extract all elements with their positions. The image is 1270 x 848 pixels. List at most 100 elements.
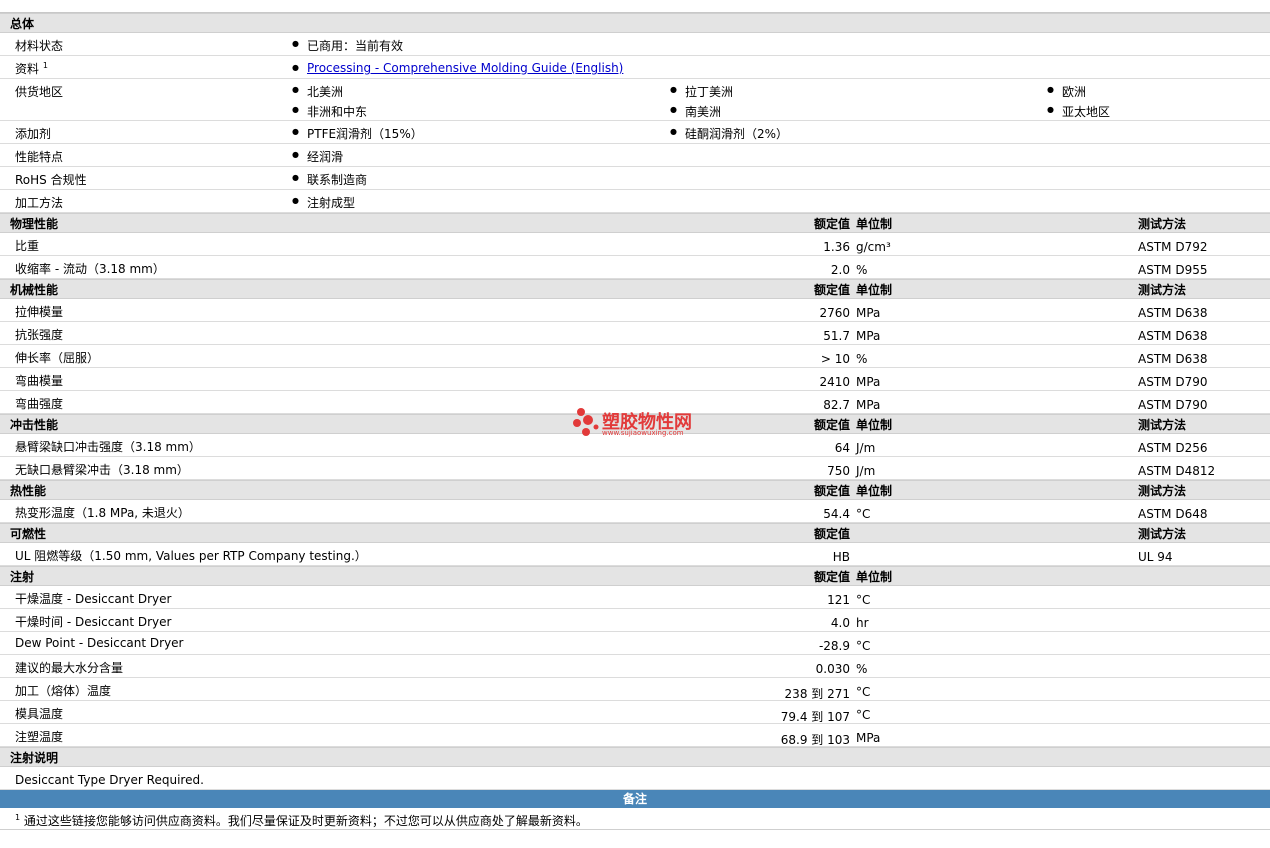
row-label: 性能特点 bbox=[15, 150, 64, 164]
property-label: 拉伸模量 bbox=[15, 305, 64, 319]
watermark-url: www.sujiaowuxing.com bbox=[602, 429, 684, 437]
property-value: 54.4 bbox=[823, 507, 850, 521]
property-label: Dew Point - Desiccant Dryer bbox=[15, 636, 184, 650]
section-header: 注射 额定值 单位制 bbox=[0, 566, 1270, 586]
nominal-header: 额定值 bbox=[813, 570, 850, 584]
molding-guide-link[interactable]: Processing - Comprehensive Molding Guide… bbox=[307, 61, 623, 75]
nominal-header: 额定值 bbox=[813, 283, 850, 297]
property-label: 弯曲模量 bbox=[15, 374, 64, 388]
bullet-item: 联系制造商 bbox=[292, 171, 367, 188]
row-label: 加工方法 bbox=[15, 196, 64, 210]
property-unit: °C bbox=[856, 639, 871, 653]
property-unit: °C bbox=[856, 507, 871, 521]
property-value: 2760 bbox=[819, 306, 850, 320]
property-test-method: ASTM D792 bbox=[1138, 240, 1208, 254]
property-unit: g/cm³ bbox=[856, 240, 891, 254]
row-label: 供货地区 bbox=[15, 85, 64, 99]
property-value: HB bbox=[832, 550, 850, 564]
bullet-item: 欧洲 bbox=[1047, 83, 1086, 100]
test-method-header: 测试方法 bbox=[1138, 527, 1187, 541]
nominal-header: 额定值 bbox=[813, 484, 850, 498]
bullet-item: 注射成型 bbox=[292, 194, 355, 211]
nominal-header: 额定值 bbox=[813, 217, 850, 231]
test-method-header: 测试方法 bbox=[1138, 484, 1187, 498]
section-header-general: 总体 bbox=[0, 13, 1270, 33]
datasheet-page: 总体 材料状态 已商用：当前有效 资料 1 Processing - Compr… bbox=[0, 0, 1270, 848]
section-title: 冲击性能 bbox=[10, 418, 59, 432]
property-label: 比重 bbox=[15, 239, 40, 253]
property-row: 建议的最大水分含量 0.030% bbox=[0, 655, 1270, 678]
property-unit: % bbox=[856, 263, 868, 277]
bullet-item: PTFE润滑剂（15%） bbox=[292, 125, 423, 142]
property-unit: J/m bbox=[856, 441, 876, 455]
property-label: 收缩率 - 流动（3.18 mm） bbox=[15, 262, 165, 276]
property-value: -28.9 bbox=[818, 639, 850, 653]
section-title: 物理性能 bbox=[10, 217, 59, 231]
unit-header: 单位制 bbox=[856, 418, 893, 432]
property-row: 干燥温度 - Desiccant Dryer 121 °C bbox=[0, 586, 1270, 609]
property-label: 模具温度 bbox=[15, 707, 64, 721]
section-header-injection-notes: 注射说明 bbox=[0, 747, 1270, 767]
property-value: > 10 bbox=[820, 352, 850, 366]
property-unit: °C bbox=[856, 593, 871, 607]
notes-header: 备注 bbox=[0, 790, 1270, 808]
property-row: Dew Point - Desiccant Dryer -28.9 °C bbox=[0, 632, 1270, 655]
property-test-method: ASTM D790 bbox=[1138, 375, 1208, 389]
property-test-method: ASTM D790 bbox=[1138, 398, 1208, 412]
section-title: 注射 bbox=[10, 570, 35, 584]
unit-header: 单位制 bbox=[856, 484, 893, 498]
property-row: 收缩率 - 流动（3.18 mm） 2.0% ASTM D955 bbox=[0, 256, 1270, 279]
test-method-header: 测试方法 bbox=[1138, 217, 1187, 231]
property-label: 注塑温度 bbox=[15, 730, 64, 744]
row-features: 性能特点 经润滑 bbox=[0, 144, 1270, 167]
property-unit: MPa bbox=[856, 329, 881, 343]
property-unit: MPa bbox=[856, 731, 881, 745]
property-row: 加工（熔体）温度 238 到 271 °C bbox=[0, 678, 1270, 701]
row-label: 添加剂 bbox=[15, 127, 52, 141]
note-text: Desiccant Type Dryer Required. bbox=[15, 773, 204, 787]
property-label: 抗张强度 bbox=[15, 328, 64, 342]
bullet-item: 拉丁美洲 bbox=[670, 83, 733, 100]
watermark-logo: 塑胶物性网 www.sujiaowuxing.com bbox=[572, 406, 702, 442]
property-test-method: ASTM D256 bbox=[1138, 441, 1208, 455]
nominal-header: 额定值 bbox=[813, 527, 850, 541]
footnote-mark: 1 bbox=[42, 61, 48, 70]
property-test-method: ASTM D638 bbox=[1138, 352, 1208, 366]
section-header: 热性能 额定值 单位制 测试方法 bbox=[0, 480, 1270, 500]
property-label: 干燥时间 - Desiccant Dryer bbox=[15, 615, 172, 629]
section-title: 机械性能 bbox=[10, 283, 59, 297]
unit-header: 单位制 bbox=[856, 217, 893, 231]
section-title: 可燃性 bbox=[10, 527, 47, 541]
row-processing-method: 加工方法 注射成型 bbox=[0, 190, 1270, 213]
row-rohs: RoHS 合规性 联系制造商 bbox=[0, 167, 1270, 190]
property-label: 热变形温度（1.8 MPa, 未退火） bbox=[15, 506, 190, 520]
property-row: 注塑温度 68.9 到 103 MPa bbox=[0, 724, 1270, 747]
property-row: 热变形温度（1.8 MPa, 未退火） 54.4 °C ASTM D648 bbox=[0, 500, 1270, 523]
property-label: 伸长率（屈服） bbox=[15, 351, 100, 365]
property-label: 无缺口悬臂梁冲击（3.18 mm） bbox=[15, 463, 189, 477]
row-additives: 添加剂 PTFE润滑剂（15%） 硅酮润滑剂（2%） bbox=[0, 121, 1270, 144]
property-test-method: ASTM D638 bbox=[1138, 329, 1208, 343]
property-test-method: ASTM D955 bbox=[1138, 263, 1208, 277]
property-unit: MPa bbox=[856, 398, 881, 412]
footnote-text: 1 通过这些链接您能够访问供应商资料。我们尽量保证及时更新资料；不过您可以从供应… bbox=[15, 813, 588, 828]
bullet-item: 北美洲 bbox=[292, 83, 343, 100]
property-label: 加工（熔体）温度 bbox=[15, 684, 112, 698]
row-label: 材料状态 bbox=[15, 39, 64, 53]
test-method-header: 测试方法 bbox=[1138, 283, 1187, 297]
bullet-item: 经润滑 bbox=[292, 148, 343, 165]
bullet-item: 亚太地区 bbox=[1047, 103, 1110, 120]
test-method-header: 测试方法 bbox=[1138, 418, 1187, 432]
row-label: 资料 1 bbox=[15, 61, 48, 76]
property-unit: % bbox=[856, 352, 868, 366]
property-row: 伸长率（屈服） > 10% ASTM D638 bbox=[0, 345, 1270, 368]
section-title: 热性能 bbox=[10, 484, 47, 498]
property-row: 弯曲模量 2410 MPa ASTM D790 bbox=[0, 368, 1270, 391]
property-test-method: ASTM D638 bbox=[1138, 306, 1208, 320]
row-documents: 资料 1 Processing - Comprehensive Molding … bbox=[0, 56, 1270, 79]
property-value: 2.0 bbox=[830, 263, 850, 277]
section-title: 总体 bbox=[10, 17, 35, 31]
bullet-item: 南美洲 bbox=[670, 103, 721, 120]
property-row: 拉伸模量 2760 MPa ASTM D638 bbox=[0, 299, 1270, 322]
row-label: RoHS 合规性 bbox=[15, 173, 87, 187]
